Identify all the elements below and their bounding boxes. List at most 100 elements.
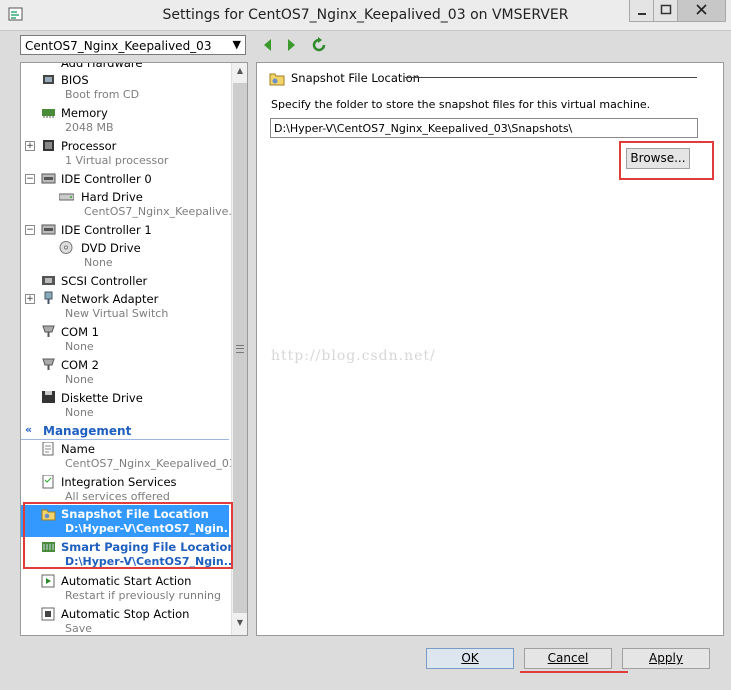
snapshot-folder-icon — [269, 71, 285, 89]
tree-item-sub: New Virtual Switch — [65, 307, 169, 320]
tree-item-sub: 1 Virtual processor — [65, 154, 169, 167]
tree-item-label: BIOS — [61, 73, 89, 87]
tree-item-label: COM 1 — [61, 325, 99, 339]
tree-item-name[interactable]: Name CentOS7_Nginx_Keepalived_03 — [21, 441, 236, 471]
chevron-down-icon: ▼ — [232, 38, 241, 51]
tree-item-ide-controller-1[interactable]: − IDE Controller 1 — [21, 222, 231, 238]
tree-item-sub: CentOS7_Nginx_Keepalived_03 — [65, 457, 236, 470]
scroll-up-icon[interactable]: ▲ — [234, 66, 246, 78]
tree-item-add-hardware[interactable]: Add Hardware — [21, 62, 231, 70]
watermark-text: http://blog.csdn.net/ — [271, 348, 436, 364]
network-adapter-icon — [41, 291, 56, 304]
tree-item-sub: 2048 MB — [65, 121, 114, 134]
tree-item-com-1[interactable]: COM 1 None — [21, 324, 231, 354]
tree-item-label: Memory — [61, 106, 108, 120]
auto-start-icon — [41, 574, 56, 588]
maximize-button[interactable] — [653, 0, 679, 22]
tree-item-bios[interactable]: BIOS Boot from CD — [21, 72, 231, 102]
tree-item-label: Name — [61, 442, 95, 456]
tree-item-com-2[interactable]: COM 2 None — [21, 357, 231, 387]
close-button[interactable] — [677, 0, 726, 22]
snapshot-path-value: D:\Hyper-V\CentOS7_Nginx_Keepalived_03\S… — [274, 122, 573, 135]
com-port-icon — [41, 357, 56, 370]
expand-icon[interactable]: + — [25, 141, 35, 151]
description-text: Specify the folder to store the snapshot… — [271, 98, 651, 111]
expand-icon[interactable]: + — [25, 294, 35, 304]
tree-item-automatic-stop-action[interactable]: Automatic Stop Action Save — [21, 606, 231, 635]
tree-item-label: Add Hardware — [61, 62, 143, 70]
scrollbar-thumb[interactable] — [233, 83, 247, 613]
collapse-icon[interactable]: − — [25, 225, 35, 235]
auto-stop-icon — [41, 607, 56, 621]
tree-item-label: SCSI Controller — [61, 274, 148, 288]
com-port-icon — [41, 324, 56, 337]
scroll-grip-icon — [236, 345, 244, 353]
group-divider — [405, 77, 697, 78]
tree-item-sub: CentOS7_Nginx_Keepalive... — [84, 205, 239, 218]
apply-label: Apply — [649, 651, 683, 665]
tree-item-sub: Save — [65, 622, 93, 635]
collapse-icon[interactable]: − — [25, 174, 35, 184]
group-title: Snapshot File Location — [291, 71, 420, 85]
vm-selector-dropdown[interactable]: CentOS7_Nginx_Keepalived_03 ▼ — [20, 35, 246, 55]
tree-item-sub: None — [84, 256, 113, 269]
tree-item-automatic-start-action[interactable]: Automatic Start Action Restart if previo… — [21, 573, 231, 603]
tree-item-label: IDE Controller 0 — [61, 172, 152, 186]
forward-arrow-icon[interactable] — [282, 36, 300, 54]
window-title: Settings for CentOS7_Nginx_Keepalived_03… — [162, 7, 569, 23]
highlight-box-tree — [23, 502, 233, 569]
tree-item-dvd-drive[interactable]: DVD Drive None — [21, 240, 231, 270]
hard-drive-icon — [58, 190, 75, 203]
tree-item-memory[interactable]: Memory 2048 MB — [21, 105, 231, 135]
processor-icon — [41, 139, 56, 152]
back-arrow-icon[interactable] — [259, 36, 277, 54]
integration-services-icon — [41, 474, 56, 489]
ok-button[interactable]: OK — [426, 648, 514, 669]
tree-item-hard-drive[interactable]: Hard Drive CentOS7_Nginx_Keepalive... — [21, 189, 239, 219]
tree-item-label: Diskette Drive — [61, 391, 143, 405]
bios-chip-icon — [41, 73, 56, 86]
apply-button[interactable]: Apply — [622, 648, 710, 669]
tree-item-label: COM 2 — [61, 358, 99, 372]
ide-controller-icon — [41, 172, 56, 185]
refresh-icon[interactable] — [310, 36, 328, 54]
memory-icon — [41, 106, 56, 119]
tree-item-scsi-controller[interactable]: SCSI Controller — [21, 273, 231, 289]
tree-item-ide-controller-0[interactable]: − IDE Controller 0 — [21, 171, 231, 187]
diskette-icon — [41, 390, 56, 403]
tree-item-sub: None — [65, 373, 94, 386]
tree-item-label: Network Adapter — [61, 292, 159, 306]
cancel-button[interactable]: Cancel — [524, 648, 612, 669]
dvd-disc-icon — [59, 241, 74, 254]
tree-item-label: Processor — [61, 139, 117, 153]
management-section-header[interactable]: « Management — [21, 423, 229, 440]
tree-item-processor[interactable]: + Processor 1 Virtual processor — [21, 138, 231, 168]
name-document-icon — [41, 441, 56, 456]
tree-item-label: IDE Controller 1 — [61, 223, 152, 237]
tree-item-sub: None — [65, 340, 94, 353]
cancel-label: Cancel — [547, 651, 589, 665]
snapshot-path-input[interactable]: D:\Hyper-V\CentOS7_Nginx_Keepalived_03\S… — [270, 118, 698, 138]
tree-item-network-adapter[interactable]: + Network Adapter New Virtual Switch — [21, 291, 231, 321]
tree-item-label: DVD Drive — [81, 241, 141, 255]
tree-item-integration-services[interactable]: Integration Services All services offere… — [21, 474, 231, 504]
scsi-controller-icon — [41, 274, 56, 287]
highlight-box-browse — [619, 141, 714, 180]
tree-item-label: Automatic Stop Action — [61, 607, 190, 621]
tree-item-sub: Boot from CD — [65, 88, 140, 101]
tree-item-sub: Restart if previously running — [65, 589, 221, 602]
minimize-button[interactable] — [629, 0, 655, 22]
tree-item-label: Integration Services — [61, 475, 177, 489]
tree-item-label: Hard Drive — [81, 190, 143, 204]
tree-scrollbar[interactable]: ▲ ▼ — [231, 63, 247, 635]
cancel-underline-highlight — [520, 671, 628, 673]
tree-item-label: Automatic Start Action — [61, 574, 192, 588]
vm-selector-value: CentOS7_Nginx_Keepalived_03 — [25, 39, 212, 53]
collapse-chevron-icon: « — [25, 423, 33, 436]
scroll-down-icon[interactable]: ▼ — [234, 618, 246, 630]
ok-label: OK — [461, 651, 479, 665]
tree-item-diskette-drive[interactable]: Diskette Drive None — [21, 390, 231, 420]
management-header-label: Management — [43, 424, 132, 438]
tree-item-sub: None — [65, 406, 94, 419]
ide-controller-icon — [41, 223, 56, 236]
